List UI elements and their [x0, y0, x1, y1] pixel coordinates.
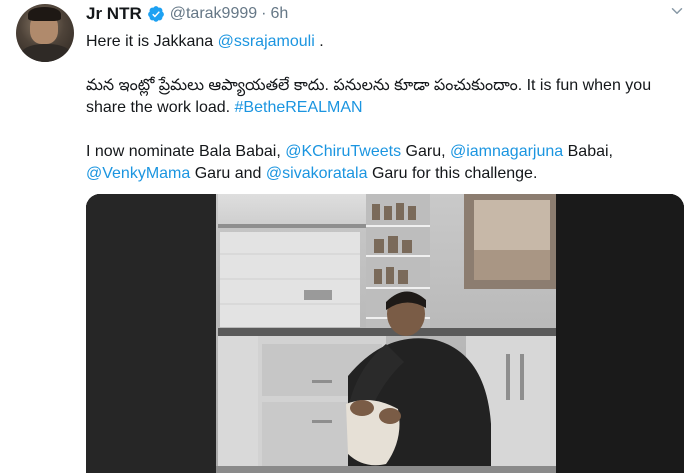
- tweet-line-2: మన ఇంట్లో ప్రేమలు ఆప్యాయతలే కాదు. పనులను…: [86, 77, 652, 116]
- video-player[interactable]: [86, 194, 684, 473]
- user-handle[interactable]: @tarak9999: [170, 5, 257, 23]
- mention-venkymama[interactable]: @VenkyMama: [86, 165, 190, 182]
- display-name[interactable]: Jr NTR: [86, 4, 142, 24]
- mention-sivakoratala[interactable]: @sivakoratala: [266, 165, 368, 182]
- tweet-header: Jr NTR @tarak9999 · 6h: [86, 2, 288, 26]
- hashtag-betherealman[interactable]: #BetheREALMAN: [235, 99, 363, 116]
- separator-dot: ·: [261, 5, 267, 22]
- chevron-down-icon[interactable]: [668, 2, 686, 20]
- tweet-line-3: I now nominate Bala Babai, @KChiruTweets…: [86, 143, 613, 182]
- avatar[interactable]: [16, 4, 74, 62]
- mention-kchirutweets[interactable]: @KChiruTweets: [285, 143, 401, 160]
- tweet: Jr NTR @tarak9999 · 6h Here it is Jakkan…: [0, 0, 700, 473]
- video-frame: [86, 194, 684, 473]
- timestamp[interactable]: 6h: [270, 5, 288, 23]
- mention-ssrajamouli[interactable]: @ssrajamouli: [218, 33, 315, 50]
- tweet-text: Here it is Jakkana @ssrajamouli . మన ఇంట…: [86, 31, 686, 185]
- verified-badge-icon: [147, 6, 164, 22]
- mention-iamnagarjuna[interactable]: @iamnagarjuna: [450, 143, 563, 160]
- tweet-line-1: Here it is Jakkana @ssrajamouli .: [86, 33, 324, 50]
